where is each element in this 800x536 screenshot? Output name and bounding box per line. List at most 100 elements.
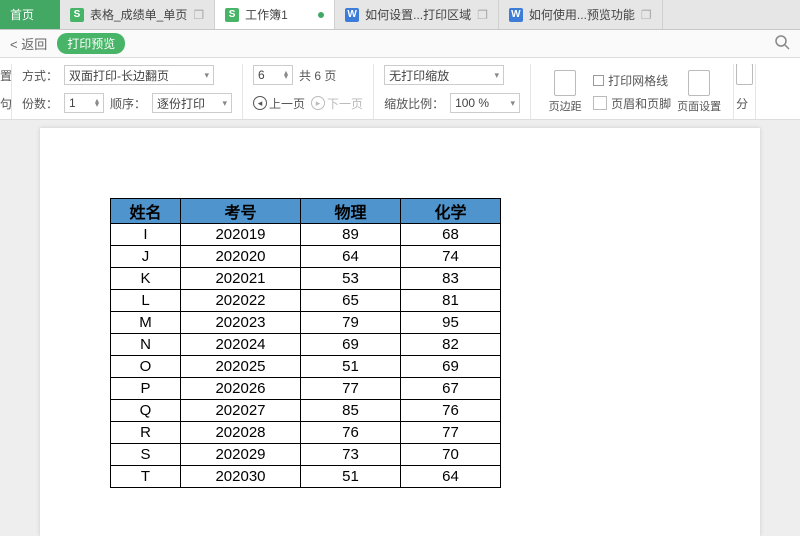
table-cell: 202022 <box>181 290 301 312</box>
header-footer-button[interactable]: 页眉和页脚 <box>593 95 671 112</box>
combo-value: 无打印缩放 <box>389 67 449 84</box>
page-setup-button[interactable]: 页面设置 <box>675 70 723 114</box>
table-cell: 81 <box>401 290 501 312</box>
table-cell: O <box>111 356 181 378</box>
margins-button[interactable]: 页边距 <box>541 70 589 114</box>
tab-doc4[interactable]: W 如何使用...预览功能 ❐ <box>499 0 663 29</box>
table-header: 姓名 <box>111 199 181 224</box>
tab-home[interactable]: 首页 <box>0 0 60 29</box>
table-cell: 202028 <box>181 422 301 444</box>
tab-label: 如何使用...预览功能 <box>529 6 635 23</box>
chevron-down-icon: ▾ <box>204 70 209 81</box>
table-cell: K <box>111 268 181 290</box>
ribbon-cut-left: 置 句 <box>0 64 12 119</box>
table-row: S2020297370 <box>111 444 501 466</box>
ribbon-page-nav: 6 ▴▾ 共 6 页 ◂上一页 ▸下一页 <box>243 64 374 119</box>
restore-icon[interactable]: ❐ <box>641 8 652 22</box>
unsaved-dot-icon <box>318 12 324 18</box>
subtoolbar: < 返回 打印预览 <box>0 30 800 58</box>
spin-value: 6 <box>258 68 265 82</box>
table-cell: 74 <box>401 246 501 268</box>
table-cell: 64 <box>401 466 501 488</box>
cut-text: 分 <box>736 92 753 114</box>
table-row: T2020305164 <box>111 466 501 488</box>
header-footer-icon <box>593 96 607 110</box>
table-row: M2020237995 <box>111 312 501 334</box>
table-cell: 69 <box>301 334 401 356</box>
gridlines-toggle[interactable]: 打印网格线 <box>593 72 671 89</box>
table-cell: S <box>111 444 181 466</box>
tab-label: 表格_成绩单_单页 <box>90 6 187 23</box>
print-order-combo[interactable]: 逐份打印▾ <box>152 93 232 113</box>
restore-icon[interactable]: ❐ <box>193 8 204 22</box>
btn-label: 页眉和页脚 <box>611 95 671 112</box>
next-page-button: ▸下一页 <box>311 95 363 112</box>
table-row: L2020226581 <box>111 290 501 312</box>
spinner-icon: ▴▾ <box>95 99 99 107</box>
checkbox-icon <box>593 75 604 86</box>
scale-ratio-label: 缩放比例： <box>384 95 444 112</box>
table-cell: 53 <box>301 268 401 290</box>
prev-page-button[interactable]: ◂上一页 <box>253 95 305 112</box>
word-icon: W <box>509 8 523 22</box>
table-row: K2020215383 <box>111 268 501 290</box>
data-table: 姓名考号物理化学 I2020198968J2020206474K20202153… <box>110 198 501 488</box>
combo-value: 100 % <box>455 96 489 110</box>
table-cell: M <box>111 312 181 334</box>
tab-sheet2-active[interactable]: S 工作簿1 <box>215 0 335 29</box>
page-number-spinner[interactable]: 6 ▴▾ <box>253 65 293 85</box>
restore-icon[interactable]: ❐ <box>477 8 488 22</box>
table-cell: L <box>111 290 181 312</box>
mode-label: 方式： <box>22 67 58 84</box>
cut-text: 置 <box>0 64 9 86</box>
page-canvas: 姓名考号物理化学 I2020198968J2020206474K20202153… <box>40 128 760 536</box>
table-cell: 95 <box>401 312 501 334</box>
table-cell: 51 <box>301 466 401 488</box>
spinner-icon: ▴▾ <box>284 71 288 79</box>
page-setup-icon <box>688 70 710 96</box>
table-row: Q2020278576 <box>111 400 501 422</box>
tab-sheet1[interactable]: S 表格_成绩单_单页 ❐ <box>60 0 215 29</box>
spin-value: 1 <box>69 96 76 110</box>
total-pages-label: 共 6 页 <box>299 67 336 84</box>
tab-doc3[interactable]: W 如何设置...打印区域 ❐ <box>335 0 499 29</box>
ribbon-print-mode: 方式： 双面打印-长边翻页▾ 份数： 1▴▾ 顺序： 逐份打印▾ <box>12 64 243 119</box>
table-cell: T <box>111 466 181 488</box>
table-row: J2020206474 <box>111 246 501 268</box>
chevron-down-icon: ▾ <box>511 98 516 109</box>
table-header: 考号 <box>181 199 301 224</box>
scale-ratio-combo[interactable]: 100 % ▾ <box>450 93 520 113</box>
table-cell: Q <box>111 400 181 422</box>
btn-label: 上一页 <box>269 95 305 112</box>
table-row: I2020198968 <box>111 224 501 246</box>
print-preview-area: 姓名考号物理化学 I2020198968J2020206474K20202153… <box>0 120 800 536</box>
combo-value: 双面打印-长边翻页 <box>69 67 169 84</box>
cut-text: 句 <box>0 92 9 114</box>
table-cell: 202021 <box>181 268 301 290</box>
spreadsheet-icon: S <box>70 8 84 22</box>
table-cell: 69 <box>401 356 501 378</box>
table-row: P2020267767 <box>111 378 501 400</box>
document-tab-bar: 首页 S 表格_成绩单_单页 ❐ S 工作簿1 W 如何设置...打印区域 ❐ … <box>0 0 800 30</box>
print-mode-combo[interactable]: 双面打印-长边翻页 ▾ <box>64 65 214 85</box>
scale-mode-combo[interactable]: 无打印缩放 ▾ <box>384 65 504 85</box>
table-cell: 68 <box>401 224 501 246</box>
btn-label: 页面设置 <box>677 98 721 114</box>
btn-label: 打印网格线 <box>608 72 668 89</box>
table-cell: 202019 <box>181 224 301 246</box>
table-cell: P <box>111 378 181 400</box>
chevron-down-icon: ▾ <box>223 98 228 109</box>
table-cell: J <box>111 246 181 268</box>
copies-spinner[interactable]: 1 ▴▾ <box>64 93 104 113</box>
search-icon[interactable] <box>774 34 790 53</box>
table-cell: 65 <box>301 290 401 312</box>
back-button[interactable]: < 返回 <box>10 34 47 53</box>
chevron-down-icon: ▾ <box>495 70 500 81</box>
table-header: 化学 <box>401 199 501 224</box>
table-cell: 202020 <box>181 246 301 268</box>
table-cell: 202025 <box>181 356 301 378</box>
table-cell: 77 <box>401 422 501 444</box>
table-cell: 202027 <box>181 400 301 422</box>
table-cell: I <box>111 224 181 246</box>
table-cell: 79 <box>301 312 401 334</box>
